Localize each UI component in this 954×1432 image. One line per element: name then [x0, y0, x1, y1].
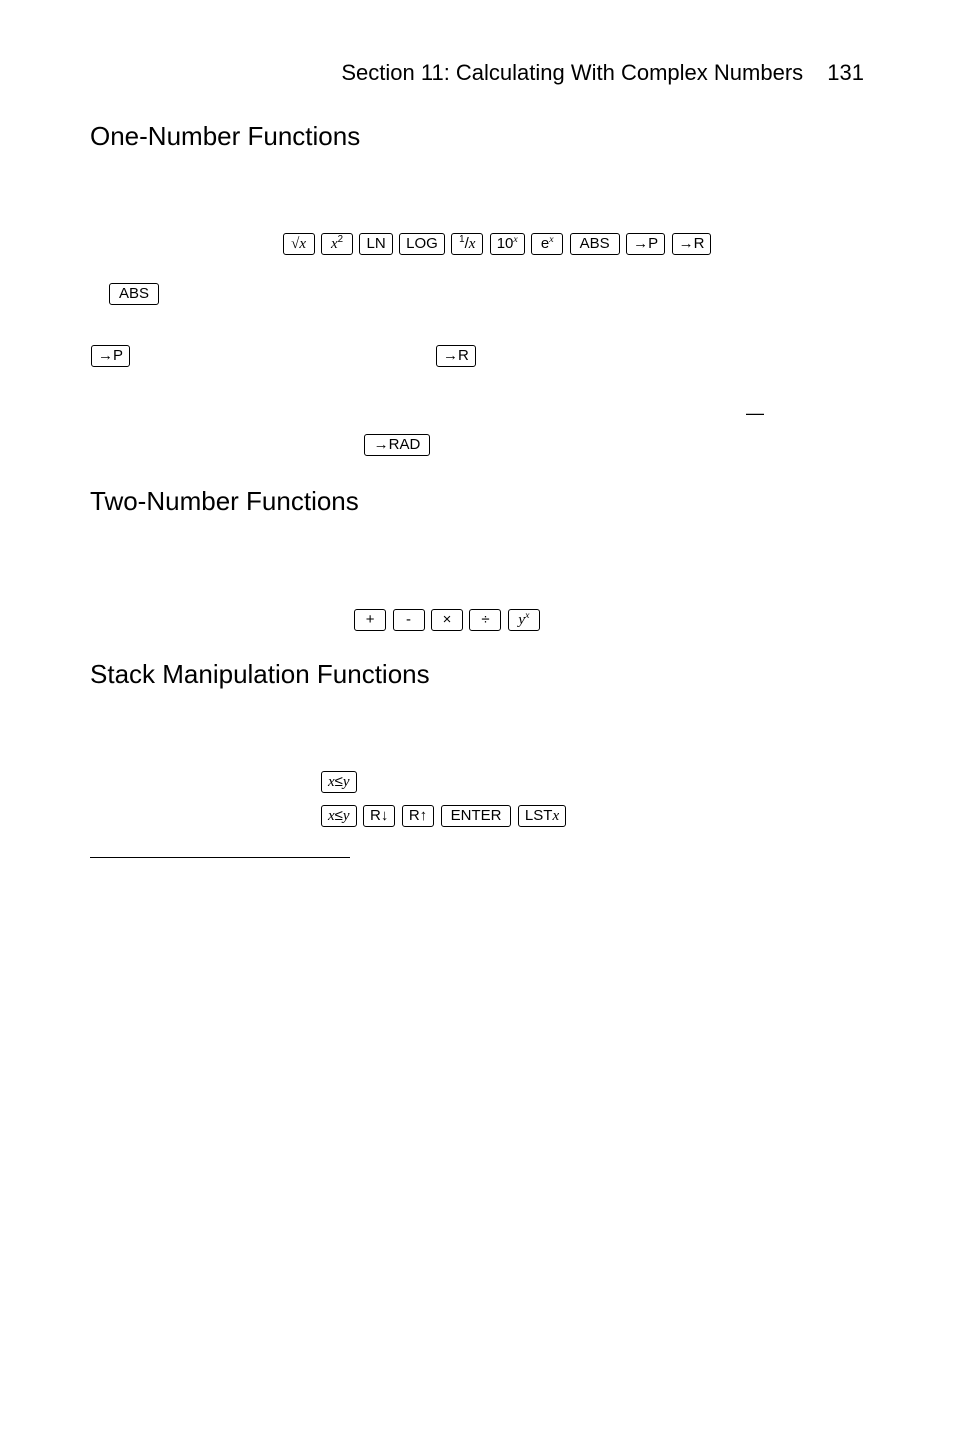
- times-key: ×: [431, 609, 463, 631]
- minus-key: -: [393, 609, 425, 631]
- x-squared-key: x2: [321, 233, 353, 255]
- ln-key: LN: [359, 233, 392, 255]
- page-number: 131: [827, 60, 864, 85]
- footnote-rule: [90, 857, 350, 858]
- plus-key: +: [354, 609, 386, 631]
- em-dash: —: [746, 403, 764, 423]
- y-x-key: yx: [508, 609, 540, 631]
- enter-key: ENTER: [441, 805, 512, 827]
- section-title: Section 11: Calculating With Complex Num…: [341, 60, 803, 85]
- xy-swap-key-2: x≤y: [321, 805, 357, 827]
- r-up-key: R↑: [402, 805, 434, 827]
- to-r-key-inline: →R: [436, 345, 476, 367]
- reciprocal-key: 1/x: [451, 233, 483, 255]
- lstx-key: LSTx: [518, 805, 566, 827]
- r-down-key: R↓: [363, 805, 395, 827]
- body-text: The one-number functions operate on the …: [90, 170, 864, 219]
- ten-x-key: 10x: [490, 233, 525, 255]
- to-r-key: →R: [672, 233, 712, 255]
- heading-two-number: Two-Number Functions: [90, 486, 864, 517]
- to-p-key-inline: →P: [91, 345, 130, 367]
- log-key: LOG: [399, 233, 445, 255]
- one-number-key-row: √x x2 LN LOG 1/x 10x ex ABS →P →R: [130, 233, 864, 255]
- heading-stack-manip: Stack Manipulation Functions: [90, 659, 864, 690]
- abs-key-inline: ABS: [109, 283, 159, 305]
- divide-key: ÷: [469, 609, 501, 631]
- abs-key: ABS: [570, 233, 620, 255]
- body-text: The two-number functions operate on comp…: [90, 535, 864, 584]
- body-text: When the calculator is in Complex mode, …: [90, 708, 864, 757]
- two-number-key-row: + - × ÷ yx: [30, 609, 864, 631]
- heading-one-number: One-Number Functions: [90, 121, 864, 152]
- to-p-key: →P: [626, 233, 665, 255]
- e-x-key: ex: [531, 233, 563, 255]
- page-header: Section 11: Calculating With Complex Num…: [90, 60, 864, 86]
- to-rad-key: →RAD: [364, 434, 431, 456]
- sqrt-x-key: √x: [283, 233, 315, 255]
- xy-swap-key: x≤y: [321, 771, 357, 793]
